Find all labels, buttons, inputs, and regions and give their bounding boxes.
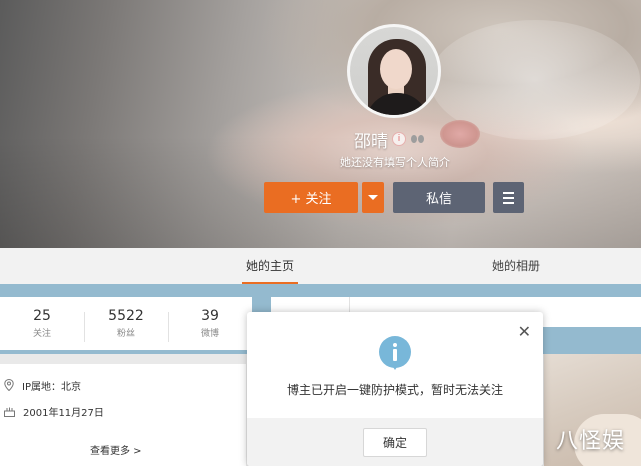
follow-blocked-dialog: ✕ 博主已开启一键防护模式，暂时无法关注 确定	[247, 312, 543, 466]
stat-value: 25	[33, 308, 51, 324]
message-label: 私信	[425, 192, 452, 207]
watermark: 八怪娱	[556, 429, 626, 454]
stat-followers[interactable]: 5522 粉丝	[84, 308, 168, 342]
verified-badge-icon[interactable]: i	[392, 132, 406, 146]
info-icon-bar	[393, 349, 397, 361]
stat-posts[interactable]: 39 微博	[168, 308, 252, 342]
close-icon[interactable]: ✕	[518, 322, 531, 341]
dialog-message: 博主已开启一键防护模式，暂时无法关注	[286, 383, 503, 397]
profile-name-row: 邵晴 i	[354, 128, 426, 152]
follow-button[interactable]: + 关注	[264, 182, 358, 213]
avatar[interactable]	[347, 24, 441, 118]
info-location-row: IP属地：北京	[4, 376, 81, 394]
dialog-footer: 确定	[247, 418, 543, 466]
follow-label: + 关注	[290, 192, 332, 207]
confirm-button[interactable]: 确定	[363, 428, 427, 457]
profile-tabs: 她的主页 她的相册	[0, 248, 641, 284]
stats-card: 25 关注 5522 粉丝 39 微博	[0, 297, 252, 350]
info-birthday-row: 2001年11月27日	[4, 402, 104, 420]
tab-album[interactable]: 她的相册	[492, 248, 540, 284]
info-icon-dot	[393, 343, 397, 347]
profile-bio: 她还没有填写个人简介	[340, 156, 450, 169]
tab-home[interactable]: 她的主页	[241, 248, 299, 284]
message-button[interactable]: 私信	[393, 182, 485, 213]
info-location: IP属地：北京	[22, 381, 81, 393]
stat-following[interactable]: 25 关注	[0, 308, 84, 339]
profile-name: 邵晴	[354, 131, 388, 152]
info-birthday: 2001年11月27日	[23, 407, 104, 419]
stat-value: 39	[201, 308, 219, 324]
location-pin-icon	[4, 379, 14, 391]
stat-label: 微博	[200, 329, 219, 339]
follow-dropdown-chevron-icon[interactable]	[362, 182, 384, 213]
stat-label: 粉丝	[116, 329, 135, 339]
member-badge-icon[interactable]	[410, 133, 426, 145]
stat-label: 关注	[32, 329, 51, 339]
avatar-face	[380, 49, 412, 89]
info-icon	[379, 336, 411, 370]
stat-value: 5522	[108, 308, 144, 324]
birthday-cake-icon	[4, 407, 15, 417]
menu-icon[interactable]	[493, 182, 524, 213]
see-more-link[interactable]: 查看更多 >	[90, 442, 142, 457]
